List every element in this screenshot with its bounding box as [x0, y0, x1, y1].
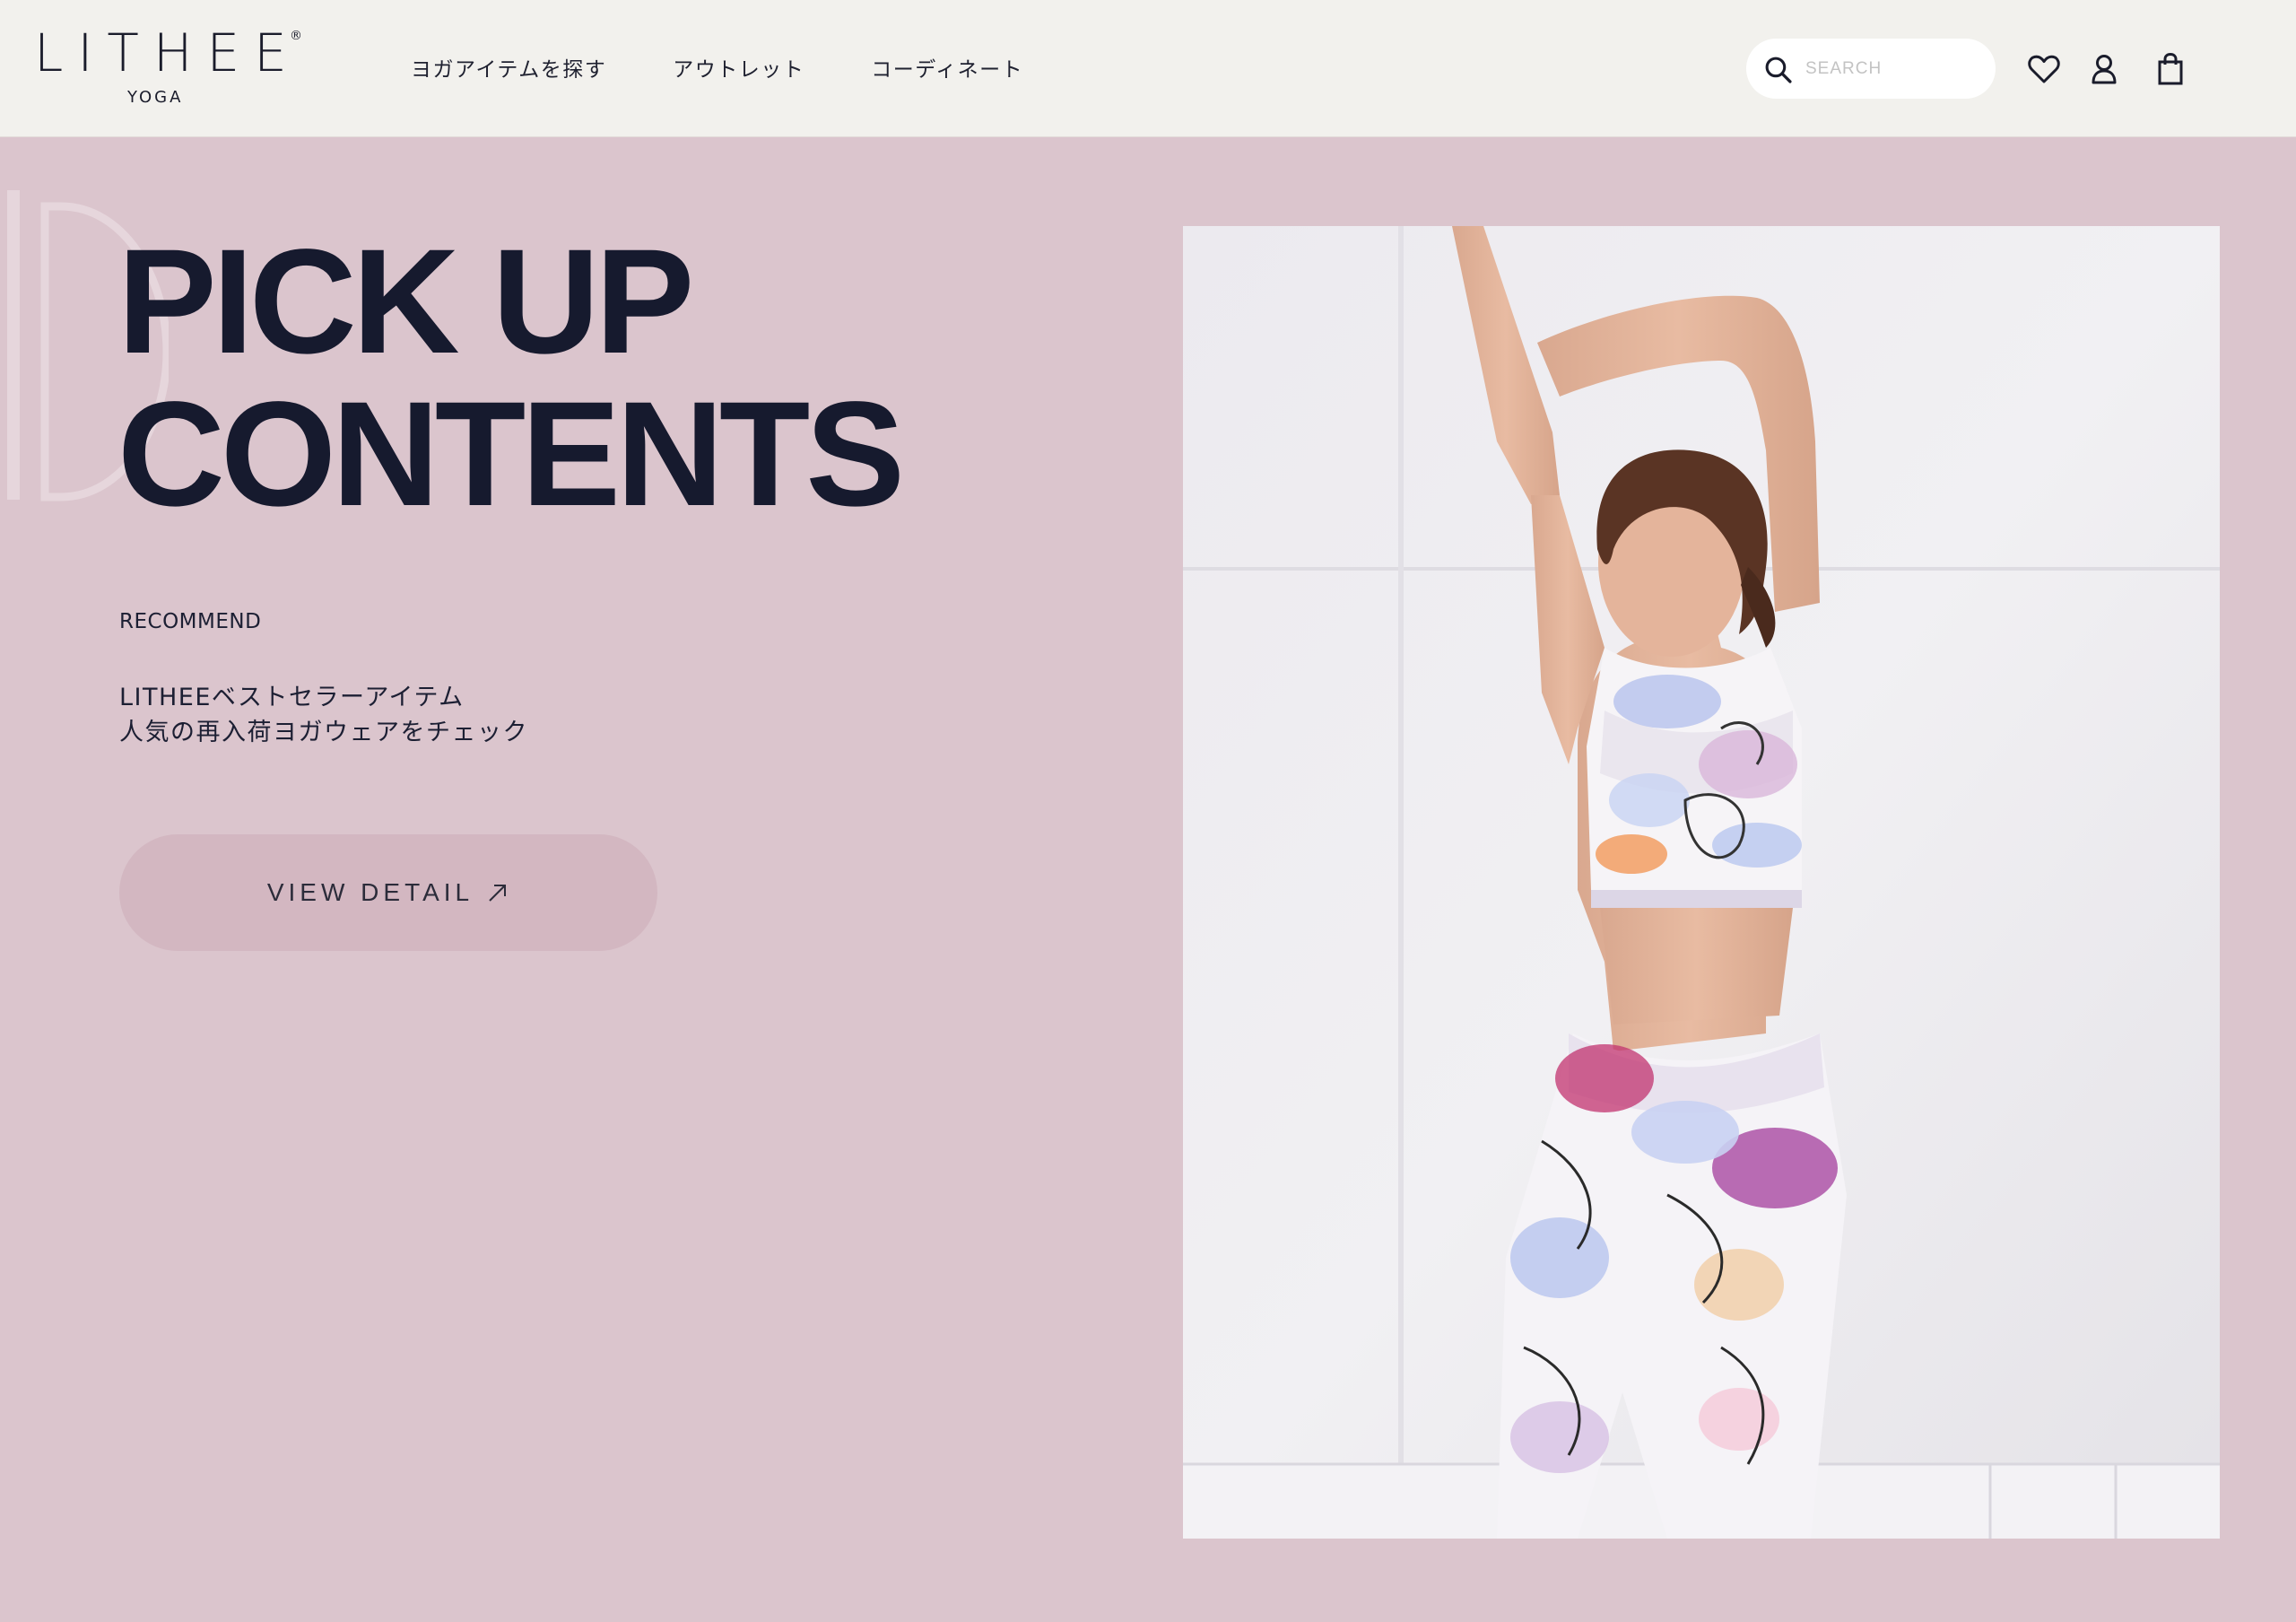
- main-nav: ヨガアイテムを探す アウトレット コーディネート: [411, 52, 1090, 83]
- hero-description-line-1: LITHEEベストセラーアイテム: [119, 684, 465, 711]
- section-eyebrow: RECOMMEND: [119, 610, 262, 633]
- view-detail-button[interactable]: VIEW DETAIL: [119, 834, 657, 951]
- model-floral-yoga-wear-photo[interactable]: [1183, 226, 2220, 1539]
- photo-illustration: [1183, 226, 2220, 1539]
- shopping-bag-icon[interactable]: [2152, 51, 2188, 87]
- hero-description: LITHEEベストセラーアイテム 人気の再入荷ヨガウェアをチェック: [119, 680, 528, 750]
- site-header: LITHEE ® YOGA ヨガアイテムを探す アウトレット コーディネート: [0, 0, 2296, 137]
- page-title-line-1: PICK UP: [117, 219, 694, 385]
- search-input[interactable]: [1805, 55, 1985, 83]
- logo-registered-mark: ®: [290, 29, 302, 43]
- brand-logo[interactable]: LITHEE ® YOGA: [34, 27, 308, 109]
- arrow-up-right-icon: [489, 885, 507, 902]
- view-detail-label: VIEW DETAIL: [266, 878, 474, 906]
- page-title-line-2: CONTENTS: [117, 371, 905, 537]
- search-icon[interactable]: [1763, 55, 1793, 84]
- user-icon[interactable]: [2086, 51, 2122, 87]
- nav-item-outlet[interactable]: アウトレット: [673, 52, 804, 83]
- hero-description-line-2: 人気の再入荷ヨガウェアをチェック: [119, 719, 528, 746]
- nav-item-find-items[interactable]: ヨガアイテムを探す: [411, 52, 606, 83]
- search-box[interactable]: [1746, 39, 1996, 99]
- logo-wordmark: LITHEE: [34, 22, 301, 83]
- logo-subtitle: YOGA: [127, 88, 184, 107]
- page-title: PICK UP CONTENTS: [117, 219, 905, 537]
- nav-item-coordinate[interactable]: コーディネート: [871, 52, 1023, 83]
- heart-icon[interactable]: [2026, 51, 2062, 87]
